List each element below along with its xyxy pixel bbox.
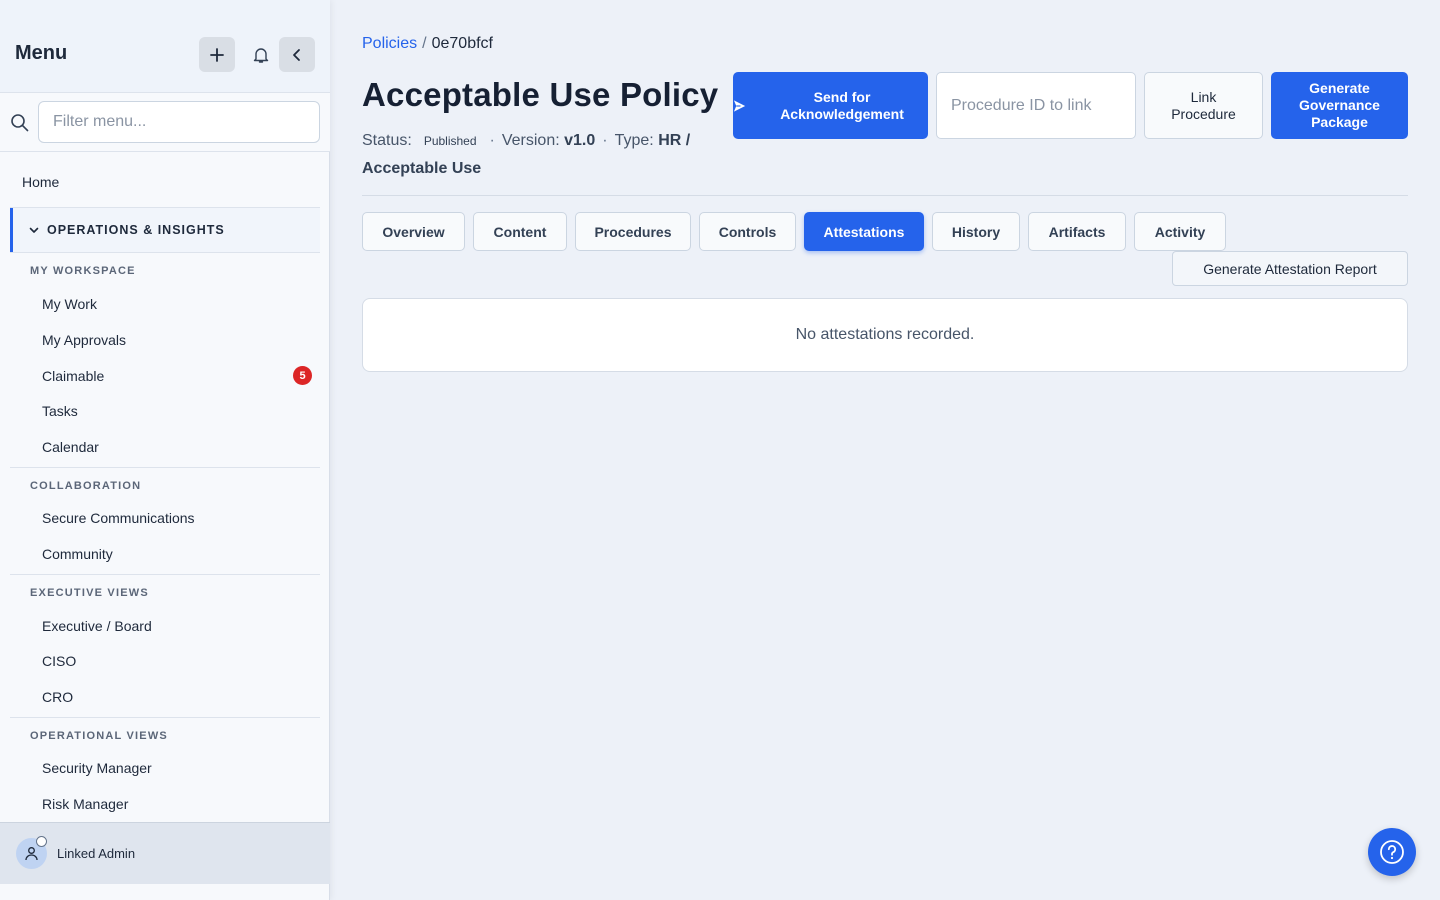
divider (10, 574, 320, 575)
empty-state-message: No attestations recorded. (795, 326, 975, 343)
sidebar-header: Menu (0, 0, 330, 93)
user-icon (25, 847, 38, 861)
nav-item-secure-communications[interactable]: Secure Communications (42, 510, 195, 526)
nav-item-security-manager[interactable]: Security Manager (42, 760, 152, 776)
group-operational-views: OPERATIONAL VIEWS (30, 730, 168, 742)
add-button[interactable] (199, 37, 235, 72)
nav-item-cro[interactable]: CRO (42, 689, 73, 705)
nav-item-community[interactable]: Community (42, 546, 113, 562)
breadcrumb: Policies /0e70bfcf (362, 35, 493, 53)
help-button[interactable] (1368, 828, 1416, 876)
divider (10, 252, 320, 253)
status-badge: Published (423, 134, 477, 148)
header-divider (362, 195, 1408, 196)
chevron-left-icon (293, 48, 300, 61)
nav-item-home[interactable]: Home (22, 174, 59, 190)
send-icon (733, 99, 746, 112)
sidebar-title: Menu (15, 42, 68, 64)
notifications-button[interactable] (243, 37, 279, 72)
breadcrumb-current: 0e70bfcf (431, 35, 493, 52)
breadcrumb-separator: / (422, 35, 427, 52)
divider (10, 717, 320, 718)
group-executive-views: EXECUTIVE VIEWS (30, 587, 149, 599)
section-operations-insights[interactable]: OPERATIONS & INSIGHTS (10, 208, 320, 252)
tab-attestations[interactable]: Attestations (804, 212, 924, 251)
policy-meta: Status: Published · Version: v1.0 · Type: HR … (362, 132, 691, 177)
version-value: v1.0 (564, 132, 596, 149)
type-label: Type: (614, 132, 654, 149)
send-label: Send for Acknowledgement (780, 88, 904, 122)
chevron-down-icon (29, 227, 39, 233)
help-icon (1380, 840, 1404, 864)
group-my-workspace: MY WORKSPACE (30, 265, 136, 277)
menu-search (0, 93, 330, 152)
sidebar: Menu Home OPERATIONS & INSIGHTS MY WORKS… (0, 0, 330, 900)
generate-attestation-report-button[interactable]: Generate Attestation Report (1172, 251, 1408, 286)
attestations-panel: No attestations recorded. (362, 298, 1408, 372)
filter-menu-input[interactable] (38, 101, 320, 143)
group-collaboration: COLLABORATION (30, 480, 142, 492)
generate-governance-package-button[interactable]: Generate Governance Package (1271, 72, 1408, 139)
tab-overview[interactable]: Overview (362, 212, 465, 251)
section-label: OPERATIONS & INSIGHTS (47, 223, 225, 237)
tab-activity[interactable]: Activity (1134, 212, 1226, 251)
nav-item-ciso[interactable]: CISO (42, 653, 76, 669)
nav-item-calendar[interactable]: Calendar (42, 439, 99, 455)
procedure-id-input[interactable] (936, 72, 1136, 139)
search-icon (11, 114, 29, 132)
page-title: Acceptable Use Policy (362, 76, 719, 113)
tab-procedures[interactable]: Procedures (575, 212, 691, 251)
nav-item-executive-board[interactable]: Executive / Board (42, 618, 152, 634)
link-procedure-button[interactable]: Link Procedure (1144, 72, 1263, 139)
nav-item-risk-manager[interactable]: Risk Manager (42, 796, 128, 812)
tab-artifacts[interactable]: Artifacts (1028, 212, 1126, 251)
settings-dot-icon (36, 836, 47, 847)
collapse-sidebar-button[interactable] (279, 37, 315, 72)
tab-controls[interactable]: Controls (699, 212, 796, 251)
tab-history[interactable]: History (932, 212, 1020, 251)
breadcrumb-policies-link[interactable]: Policies (362, 35, 417, 52)
bell-icon (253, 47, 269, 63)
user-name: Linked Admin (57, 846, 136, 861)
tab-content[interactable]: Content (473, 212, 567, 251)
user-footer[interactable]: Linked Admin (0, 822, 330, 884)
nav-item-claimable[interactable]: Claimable (42, 368, 104, 384)
claimable-count-badge: 5 (293, 366, 312, 385)
status-label: Status: (362, 132, 412, 149)
plus-icon (210, 47, 224, 62)
nav-item-my-approvals[interactable]: My Approvals (42, 332, 126, 348)
nav-item-tasks[interactable]: Tasks (42, 403, 78, 419)
version-label: Version: (501, 132, 560, 149)
send-for-acknowledgement-button[interactable]: Send for Acknowledgement (733, 72, 928, 139)
nav-item-my-work[interactable]: My Work (42, 296, 97, 312)
divider (10, 467, 320, 468)
